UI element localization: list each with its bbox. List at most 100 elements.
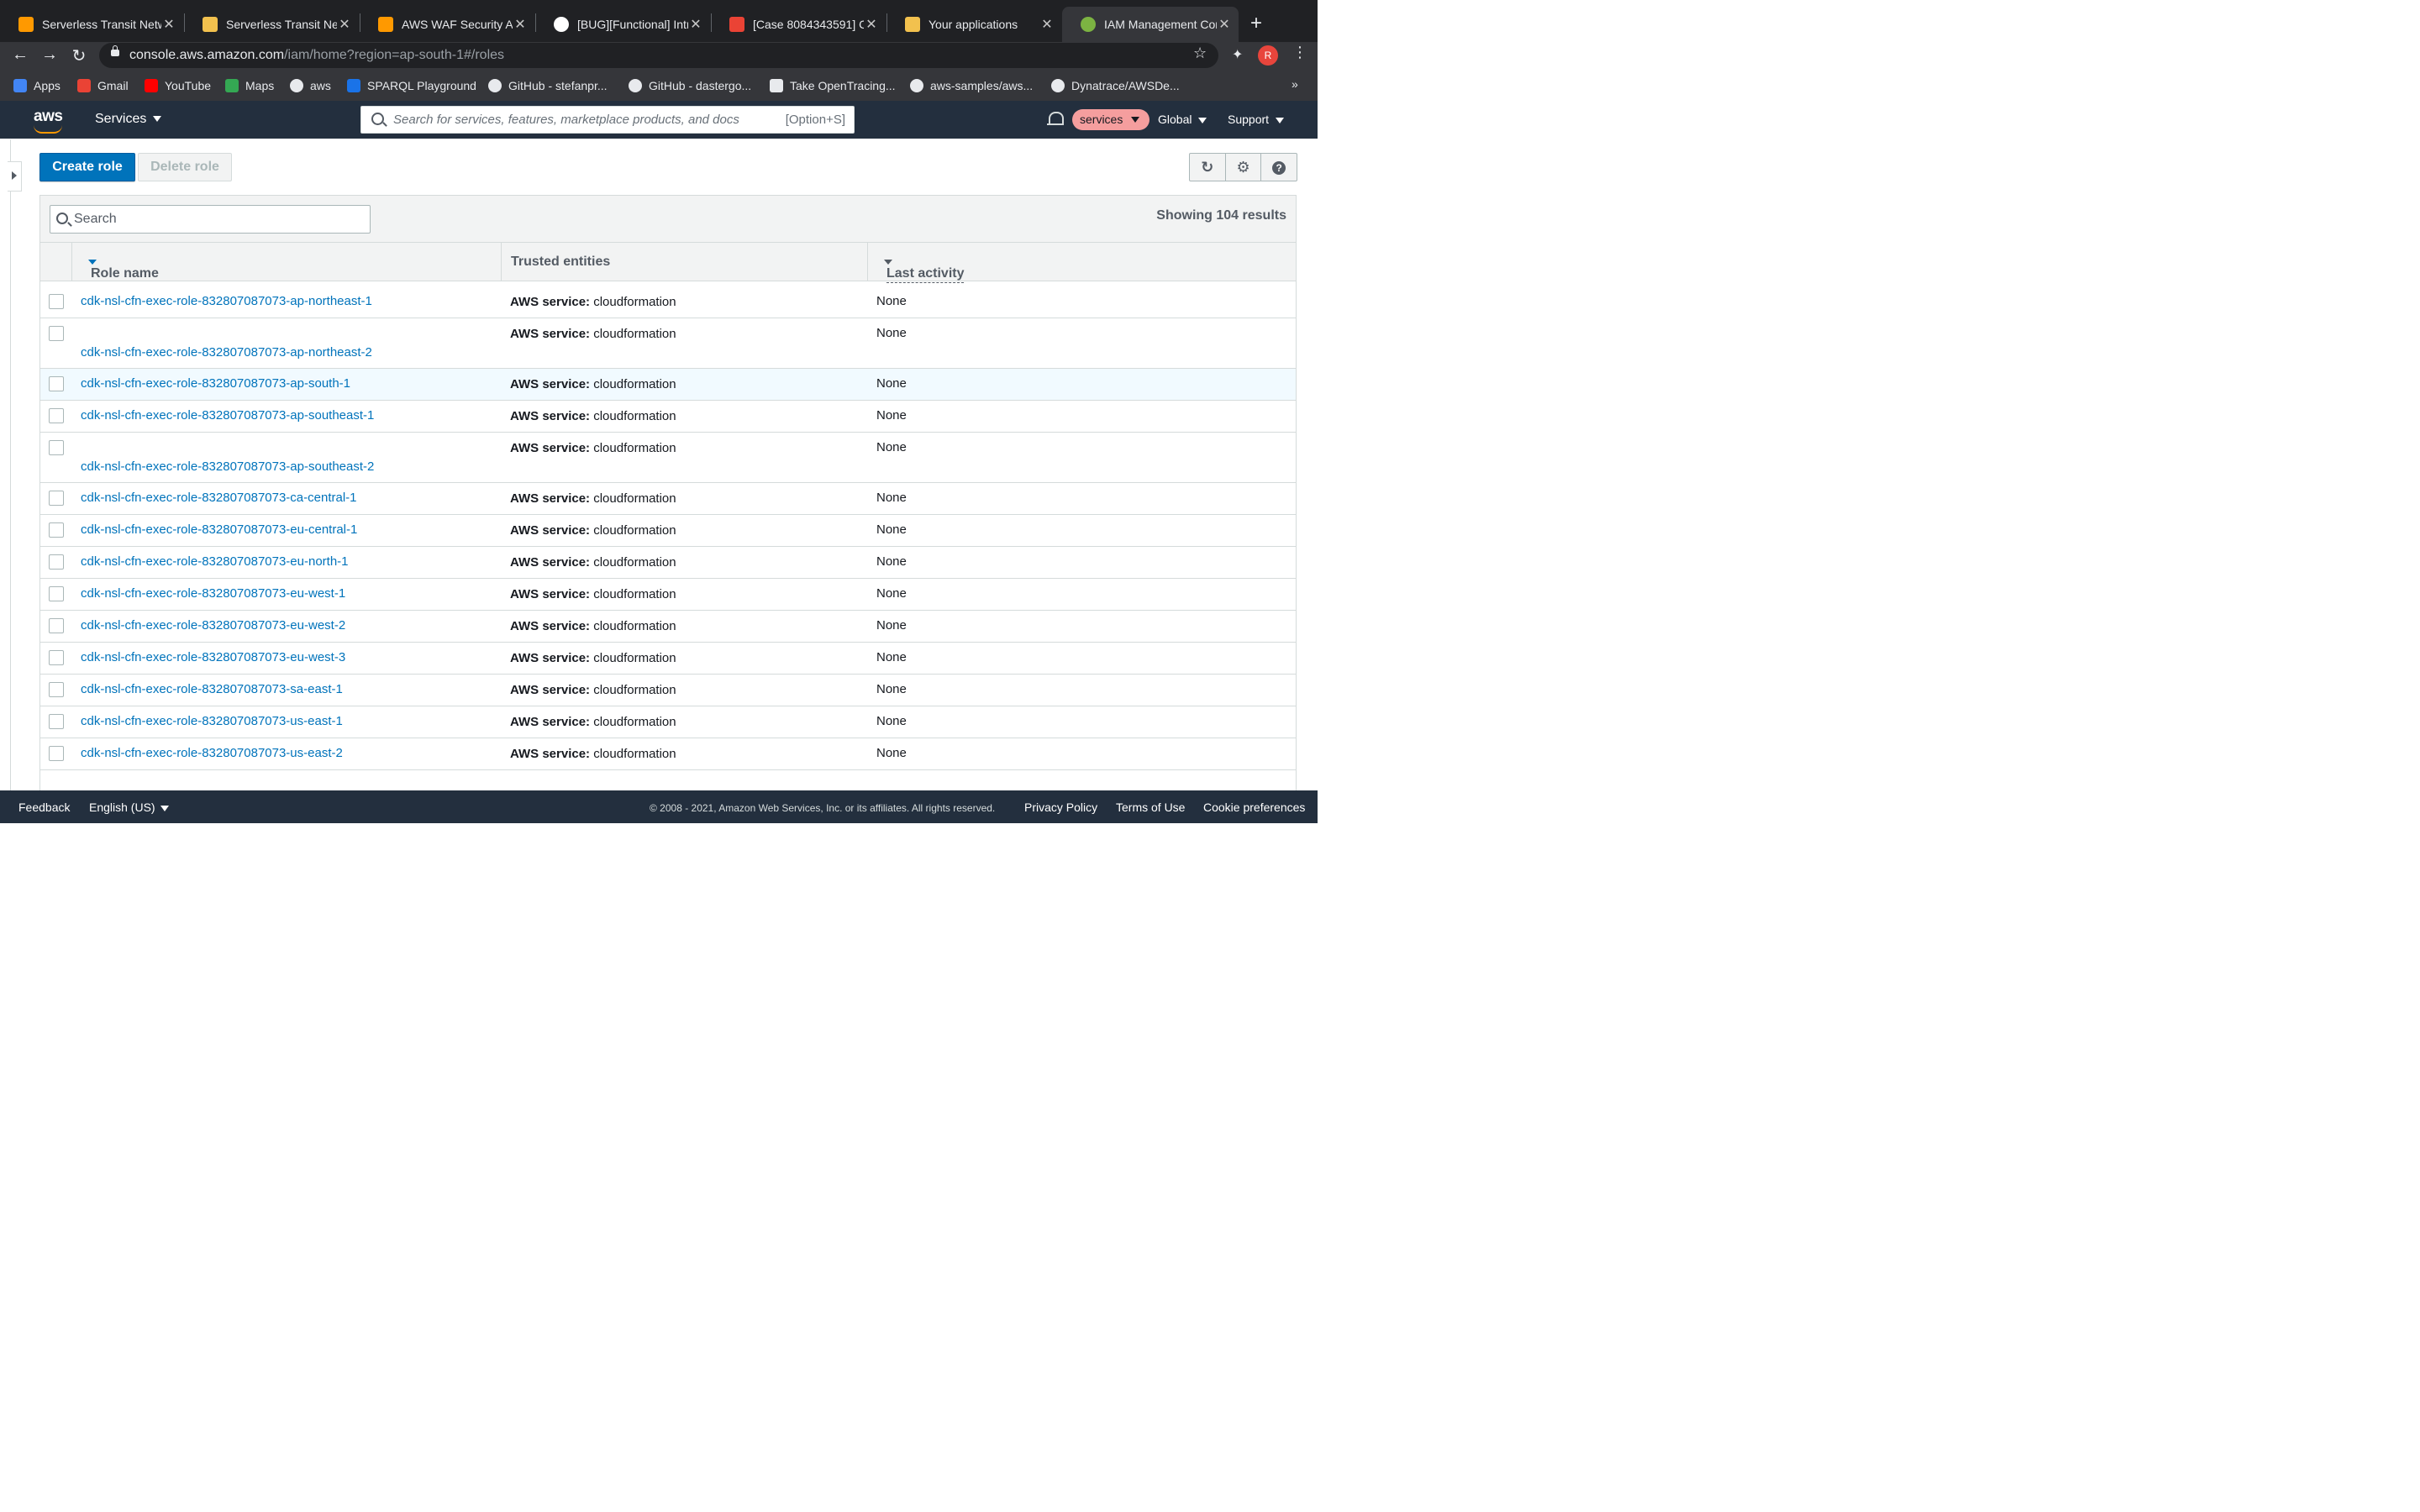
back-arrow-icon[interactable]: ←	[10, 45, 30, 65]
notification-bell-icon[interactable]	[1047, 112, 1064, 125]
region-menu-button[interactable]: Global	[1158, 113, 1207, 126]
bookmark-star-icon[interactable]: ☆	[1193, 45, 1207, 62]
table-row[interactable]: cdk-nsl-cfn-exec-role-832807087073-eu-no…	[40, 547, 1296, 579]
expand-navigation-icon[interactable]	[8, 161, 22, 192]
role-name-link[interactable]: cdk-nsl-cfn-exec-role-832807087073-ap-so…	[81, 408, 374, 423]
feedback-link[interactable]: Feedback	[18, 801, 70, 814]
browser-tab[interactable]: Your applications ✕	[886, 7, 1061, 42]
table-row[interactable]: cdk-nsl-cfn-exec-role-832807087073-ap-no…	[40, 318, 1296, 369]
account-menu-button[interactable]: services	[1072, 109, 1150, 130]
table-row[interactable]: cdk-nsl-cfn-exec-role-832807087073-eu-we…	[40, 579, 1296, 611]
browser-tab[interactable]: [BUG][Functional] Intro ✕	[535, 7, 710, 42]
row-checkbox[interactable]	[49, 682, 64, 697]
browser-tab[interactable]: [Case 8084343591] C ✕	[711, 7, 886, 42]
bookmark-gmail[interactable]: Gmail	[77, 79, 129, 92]
gear-icon[interactable]: ⚙	[1226, 154, 1262, 181]
role-name-link[interactable]: cdk-nsl-cfn-exec-role-832807087073-ap-no…	[81, 294, 372, 308]
aws-logo[interactable]: aws	[34, 108, 63, 126]
cookie-preferences-link[interactable]: Cookie preferences	[1203, 801, 1305, 814]
role-name-link[interactable]: cdk-nsl-cfn-exec-role-832807087073-eu-we…	[81, 586, 345, 601]
table-row[interactable]: cdk-nsl-cfn-exec-role-832807087073-ca-ce…	[40, 483, 1296, 515]
row-checkbox[interactable]	[49, 586, 64, 601]
extensions-puzzle-icon[interactable]: ✦	[1232, 46, 1243, 63]
table-row[interactable]: cdk-nsl-cfn-exec-role-832807087073-us-ea…	[40, 706, 1296, 738]
bookmark-dynatrace[interactable]: Dynatrace/AWSDe...	[1051, 79, 1180, 92]
last-activity-column-header[interactable]: Last activity	[867, 243, 1296, 283]
role-name-link[interactable]: cdk-nsl-cfn-exec-role-832807087073-ap-so…	[81, 376, 350, 391]
delete-role-button[interactable]: Delete role	[138, 153, 232, 181]
row-checkbox[interactable]	[49, 618, 64, 633]
table-row[interactable]: cdk-nsl-cfn-exec-role-832807087073-ap-so…	[40, 401, 1296, 433]
browser-tab-active[interactable]: IAM Management Cons ✕	[1062, 7, 1239, 42]
browser-tab[interactable]: Serverless Transit Netw ✕	[0, 7, 183, 42]
close-tab-icon[interactable]: ✕	[1217, 16, 1232, 33]
table-row[interactable]: cdk-nsl-cfn-exec-role-832807087073-eu-ce…	[40, 515, 1296, 547]
bookmark-apps[interactable]: Apps	[13, 79, 60, 92]
role-name-link[interactable]: cdk-nsl-cfn-exec-role-832807087073-ap-so…	[81, 459, 374, 474]
roles-search[interactable]	[50, 205, 371, 234]
row-checkbox[interactable]	[49, 714, 64, 729]
role-name-link[interactable]: cdk-nsl-cfn-exec-role-832807087073-us-ea…	[81, 746, 343, 760]
profile-avatar[interactable]: R	[1258, 45, 1278, 66]
row-checkbox[interactable]	[49, 650, 64, 665]
more-bookmarks-icon[interactable]: »	[1292, 77, 1298, 91]
help-icon[interactable]: ?	[1261, 154, 1297, 181]
row-checkbox[interactable]	[49, 491, 64, 506]
bookmark-sparql[interactable]: SPARQL Playground	[347, 79, 476, 92]
role-name-link[interactable]: cdk-nsl-cfn-exec-role-832807087073-ap-no…	[81, 345, 372, 360]
services-menu-button[interactable]: Services	[95, 112, 162, 127]
bookmark-opentracing[interactable]: Take OpenTracing...	[770, 79, 896, 92]
address-bar[interactable]: console.aws.amazon.com/iam/home?region=a…	[99, 43, 1218, 68]
support-menu-button[interactable]: Support	[1228, 113, 1285, 126]
role-name-link[interactable]: cdk-nsl-cfn-exec-role-832807087073-eu-we…	[81, 650, 345, 664]
row-checkbox[interactable]	[49, 408, 64, 423]
role-name-column-header[interactable]: Role name	[71, 243, 501, 281]
row-checkbox[interactable]	[49, 294, 64, 309]
close-tab-icon[interactable]: ✕	[513, 16, 528, 33]
close-tab-icon[interactable]: ✕	[864, 16, 879, 33]
refresh-icon[interactable]: ↻	[1190, 154, 1226, 181]
table-tools: ↻ ⚙ ?	[1189, 153, 1297, 181]
row-checkbox[interactable]	[49, 522, 64, 538]
create-role-button[interactable]: Create role	[39, 153, 135, 181]
role-name-link[interactable]: cdk-nsl-cfn-exec-role-832807087073-ca-ce…	[81, 491, 357, 505]
bookmark-github-dastergo[interactable]: GitHub - dastergo...	[629, 79, 751, 92]
table-row[interactable]: cdk-nsl-cfn-exec-role-832807087073-ap-no…	[40, 286, 1296, 318]
aws-global-search[interactable]: Search for services, features, marketpla…	[360, 106, 855, 134]
close-tab-icon[interactable]: ✕	[688, 16, 703, 33]
close-tab-icon[interactable]: ✕	[161, 16, 176, 33]
reload-icon[interactable]: ↻	[69, 45, 89, 66]
role-name-link[interactable]: cdk-nsl-cfn-exec-role-832807087073-sa-ea…	[81, 682, 343, 696]
bookmark-youtube[interactable]: YouTube	[145, 79, 211, 92]
browser-menu-icon[interactable]: ⋮	[1292, 44, 1307, 61]
table-row[interactable]: cdk-nsl-cfn-exec-role-832807087073-eu-we…	[40, 643, 1296, 675]
browser-tab[interactable]: AWS WAF Security Aut ✕	[360, 7, 534, 42]
language-selector[interactable]: English (US)	[89, 801, 169, 814]
row-checkbox[interactable]	[49, 746, 64, 761]
role-name-link[interactable]: cdk-nsl-cfn-exec-role-832807087073-eu-ce…	[81, 522, 357, 537]
close-tab-icon[interactable]: ✕	[337, 16, 352, 33]
bookmark-maps[interactable]: Maps	[225, 79, 274, 92]
row-checkbox[interactable]	[49, 440, 64, 455]
new-tab-icon[interactable]: +	[1250, 12, 1262, 35]
close-tab-icon[interactable]: ✕	[1039, 16, 1055, 33]
forward-arrow-icon[interactable]: →	[39, 45, 60, 65]
role-name-link[interactable]: cdk-nsl-cfn-exec-role-832807087073-eu-we…	[81, 618, 345, 633]
table-row[interactable]: cdk-nsl-cfn-exec-role-832807087073-eu-we…	[40, 611, 1296, 643]
table-row[interactable]: cdk-nsl-cfn-exec-role-832807087073-us-ea…	[40, 738, 1296, 770]
role-name-link[interactable]: cdk-nsl-cfn-exec-role-832807087073-eu-no…	[81, 554, 349, 569]
bookmark-aws-samples[interactable]: aws-samples/aws...	[910, 79, 1033, 92]
browser-tab[interactable]: Serverless Transit Netw ✕	[184, 7, 359, 42]
table-row[interactable]: cdk-nsl-cfn-exec-role-832807087073-sa-ea…	[40, 675, 1296, 706]
bookmark-github-stefanpr[interactable]: GitHub - stefanpr...	[488, 79, 608, 92]
row-checkbox[interactable]	[49, 326, 64, 341]
terms-of-use-link[interactable]: Terms of Use	[1116, 801, 1185, 814]
privacy-policy-link[interactable]: Privacy Policy	[1024, 801, 1097, 814]
row-checkbox[interactable]	[49, 376, 64, 391]
roles-search-input[interactable]	[72, 206, 361, 233]
bookmark-aws[interactable]: aws	[290, 79, 331, 92]
role-name-link[interactable]: cdk-nsl-cfn-exec-role-832807087073-us-ea…	[81, 714, 343, 728]
table-row[interactable]: cdk-nsl-cfn-exec-role-832807087073-ap-so…	[40, 433, 1296, 483]
row-checkbox[interactable]	[49, 554, 64, 570]
table-row[interactable]: cdk-nsl-cfn-exec-role-832807087073-ap-so…	[40, 369, 1296, 401]
